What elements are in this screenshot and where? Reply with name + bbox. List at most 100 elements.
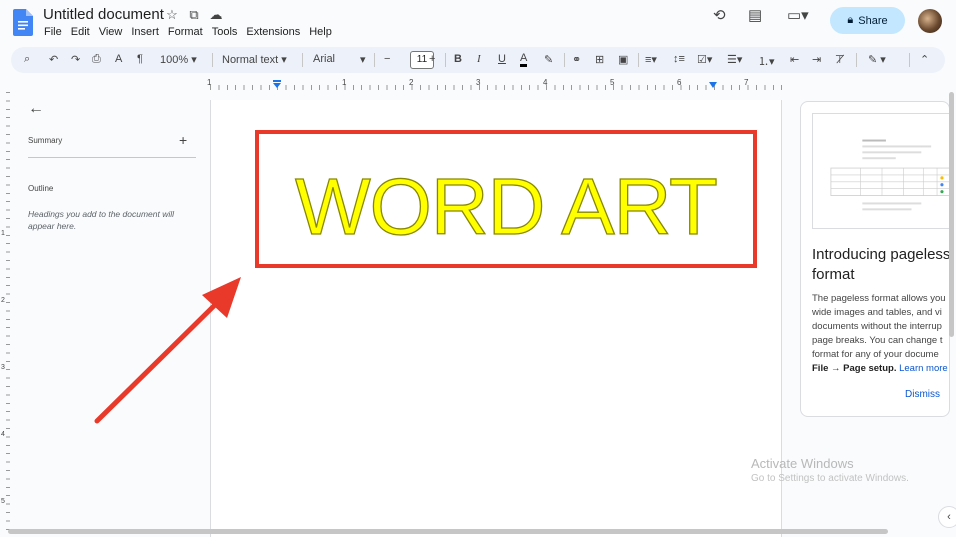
word-art[interactable]: WORD ART xyxy=(259,134,753,264)
print-icon[interactable]: ⎙ xyxy=(92,53,101,66)
search-menus-icon[interactable]: ⌕ xyxy=(24,53,30,66)
toolbar: ⌕ ↶ ↷ ⎙ A ¶ 100% ▾ Normal text ▾ Arial ▾… xyxy=(11,47,945,73)
ruler-number: 1 xyxy=(1,230,5,237)
menu-extensions[interactable]: Extensions xyxy=(246,26,304,38)
star-icon[interactable]: ☆ xyxy=(164,7,180,23)
ruler-number: 2 xyxy=(409,78,414,87)
back-arrow-icon[interactable]: ← xyxy=(28,100,44,118)
vertical-ruler[interactable]: 1 2 3 4 5 xyxy=(0,92,10,532)
toolbar-divider xyxy=(374,53,375,67)
summary-label: Summary xyxy=(28,136,63,145)
comments-icon[interactable]: ▤ xyxy=(748,6,762,24)
decrease-indent-icon[interactable]: ⇤ xyxy=(790,53,799,66)
italic-icon[interactable]: I xyxy=(477,53,481,65)
bulleted-list-icon[interactable]: ☰▾ xyxy=(727,53,742,66)
increase-font-size-icon[interactable]: + xyxy=(429,53,435,65)
highlight-color-icon[interactable]: ✎ xyxy=(544,53,553,66)
pageless-format-card: Introducing pageless format The pageless… xyxy=(800,101,950,417)
ruler-number: 1 xyxy=(207,78,212,87)
toolbar-divider xyxy=(856,53,857,67)
toolbar-divider xyxy=(212,53,213,67)
add-summary-icon[interactable]: + xyxy=(179,132,187,148)
horizontal-scrollbar[interactable] xyxy=(8,529,888,534)
learn-more-link[interactable]: Learn more xyxy=(899,363,948,374)
ruler-number: 3 xyxy=(1,364,5,371)
chevron-left-icon: ‹ xyxy=(947,511,951,523)
align-icon[interactable]: ≡▾ xyxy=(645,53,657,66)
ruler-number: 1 xyxy=(342,78,347,87)
menu-tools[interactable]: Tools xyxy=(212,26,242,38)
docs-logo-icon[interactable] xyxy=(13,9,33,36)
redo-icon[interactable]: ↷ xyxy=(71,53,80,66)
menu-bar: File Edit View Insert Format Tools Exten… xyxy=(44,26,341,38)
ruler-number: 6 xyxy=(677,78,682,87)
lock-icon: 🔒︎ xyxy=(847,14,854,26)
spellcheck-icon[interactable]: A xyxy=(115,53,122,65)
cloud-status-icon[interactable]: ☁ xyxy=(208,7,224,23)
menu-format[interactable]: Format xyxy=(168,26,207,38)
toolbar-divider xyxy=(302,53,303,67)
editing-mode-icon[interactable]: ✎ ▾ xyxy=(868,53,886,66)
insert-link-icon[interactable]: ⚭ xyxy=(572,53,581,66)
divider xyxy=(28,157,196,158)
ruler-number: 3 xyxy=(476,78,481,87)
undo-icon[interactable]: ↶ xyxy=(49,53,58,66)
toolbar-divider xyxy=(909,53,910,67)
ruler-number: 4 xyxy=(1,431,5,438)
add-comment-icon[interactable]: ⊞ xyxy=(595,53,604,66)
dismiss-button[interactable]: Dismiss xyxy=(905,389,940,400)
text-color-icon[interactable]: A xyxy=(520,53,528,67)
word-art-box[interactable]: WORD ART xyxy=(255,130,757,268)
ruler-number: 7 xyxy=(744,78,749,87)
insert-image-icon[interactable]: ▣ xyxy=(618,53,628,66)
word-art-text: WORD ART xyxy=(295,162,717,251)
meet-icon[interactable]: ▭▾ xyxy=(787,6,809,24)
show-side-panel-button[interactable]: ‹ xyxy=(938,506,956,528)
increase-indent-icon[interactable]: ⇥ xyxy=(812,53,821,66)
left-indent-marker-icon[interactable] xyxy=(272,80,282,89)
activate-windows-watermark: Activate Windows xyxy=(751,456,854,471)
checklist-icon[interactable]: ☑▾ xyxy=(697,53,712,66)
bold-icon[interactable]: B xyxy=(454,53,462,65)
menu-insert[interactable]: Insert xyxy=(131,26,163,38)
ruler-ticks xyxy=(6,92,10,532)
paint-format-icon[interactable]: ¶ xyxy=(137,53,143,65)
outline-label: Outline xyxy=(28,184,54,193)
style-select[interactable]: Normal text ▾ xyxy=(222,53,287,66)
card-title: Introducing pageless format xyxy=(812,246,950,283)
clear-formatting-icon[interactable]: ⊤̸ xyxy=(835,53,845,66)
right-indent-marker-icon[interactable] xyxy=(708,82,718,89)
avatar[interactable] xyxy=(918,9,942,33)
ruler-number: 2 xyxy=(1,297,5,304)
activate-windows-hint: Go to Settings to activate Windows. xyxy=(751,473,909,484)
outline-help-text: Headings you add to the document will ap… xyxy=(28,209,175,231)
ruler-ticks xyxy=(210,85,782,90)
line-spacing-icon[interactable]: ↕≡ xyxy=(673,53,685,65)
hide-menus-icon[interactable]: ⌃ xyxy=(920,53,929,66)
vertical-scrollbar[interactable] xyxy=(949,92,954,337)
ruler-number: 5 xyxy=(1,498,5,505)
font-dropdown-icon[interactable]: ▾ xyxy=(360,53,366,66)
horizontal-ruler[interactable]: 1 1 2 3 4 5 6 7 xyxy=(207,78,782,91)
document-page[interactable]: WORD ART xyxy=(210,100,782,537)
move-folder-icon[interactable]: ⧉ xyxy=(186,7,202,23)
toolbar-divider xyxy=(445,53,446,67)
menu-edit[interactable]: Edit xyxy=(71,26,94,38)
decrease-font-size-icon[interactable]: − xyxy=(384,53,390,65)
menu-file[interactable]: File xyxy=(44,26,66,38)
top-bar: Untitled document ☆ ⧉ ☁ File Edit View I… xyxy=(0,0,956,44)
toolbar-divider xyxy=(564,53,565,67)
numbered-list-icon[interactable]: ⒈▾ xyxy=(758,53,775,69)
underline-icon[interactable]: U xyxy=(498,53,506,65)
document-title[interactable]: Untitled document xyxy=(43,6,164,23)
ruler-number: 5 xyxy=(610,78,615,87)
document-outline-panel: ← Summary + Outline Headings you add to … xyxy=(11,92,209,532)
menu-help[interactable]: Help xyxy=(309,26,336,38)
share-button[interactable]: 🔒︎ Share xyxy=(830,7,905,34)
menu-view[interactable]: View xyxy=(99,26,127,38)
pageless-preview-image xyxy=(812,113,949,229)
card-body: The pageless format allows you wide imag… xyxy=(812,293,948,374)
toolbar-divider xyxy=(638,53,639,67)
version-history-icon[interactable]: ⟲ xyxy=(713,6,726,24)
zoom-select[interactable]: 100% ▾ xyxy=(160,53,197,66)
